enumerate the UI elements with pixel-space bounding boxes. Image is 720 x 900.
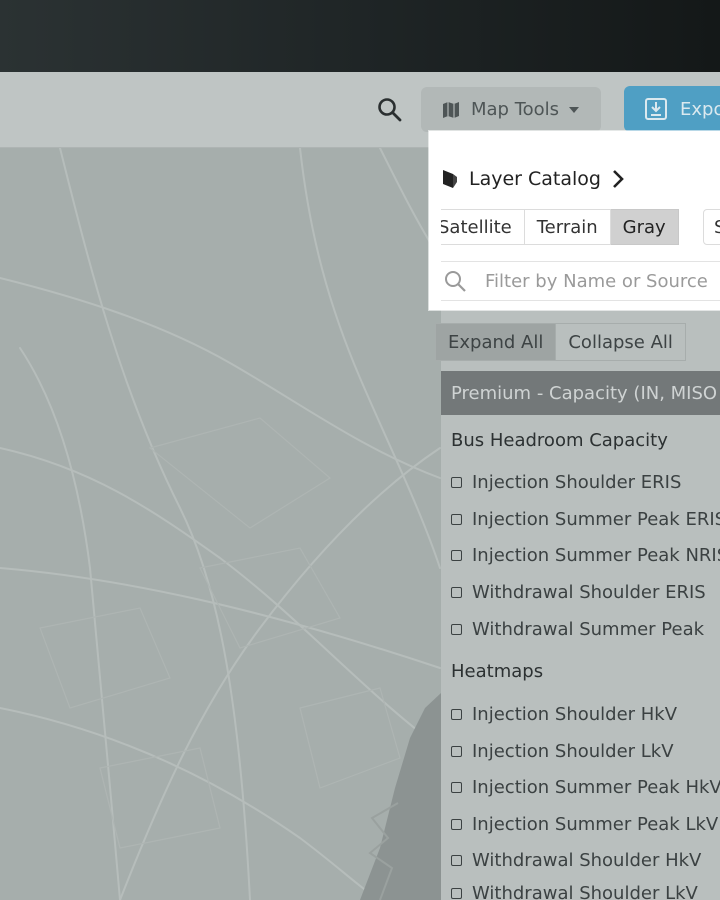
layer-item-label: Injection Shoulder LkV [472,740,674,762]
basemap-terrain-button[interactable]: Terrain [524,209,611,245]
catalog-header-highlight: Layer Catalog Satellite Terrain Gray S [429,131,720,310]
layer-item[interactable]: Injection Shoulder ERIS [451,469,681,495]
layer-checkbox[interactable] [451,781,462,793]
layer-checkbox[interactable] [451,513,462,525]
layer-checkbox[interactable] [451,623,462,635]
export-button[interactable]: Expo [624,86,720,132]
map-icon [443,101,459,118]
layer-item[interactable]: Withdrawal Shoulder ERIS [451,579,706,605]
search-icon [378,98,402,122]
layer-checkbox[interactable] [451,708,462,720]
layer-item[interactable]: Withdrawal Shoulder HkV [451,847,701,873]
layer-item-label: Withdrawal Shoulder LkV [472,882,698,900]
window-top-band [0,0,720,72]
layer-catalog-header[interactable]: Layer Catalog [441,163,625,195]
expand-collapse-group: Expand All Collapse All [435,323,686,361]
layer-item[interactable]: Injection Summer Peak LkV [451,811,718,837]
layer-item-label: Injection Shoulder HkV [472,703,678,725]
search-icon [445,271,466,292]
caret-down-icon [569,106,580,113]
layer-group-title: Heatmaps [451,661,544,682]
layer-item[interactable]: Injection Summer Peak ERIS [451,506,720,532]
layers-icon [443,170,457,188]
layer-checkbox[interactable] [451,745,462,757]
search-button[interactable] [372,92,408,128]
layer-checkbox[interactable] [451,887,462,899]
export-label: Expo [680,98,720,120]
layer-item-label: Injection Summer Peak ERIS [472,508,720,530]
map-tools-label: Map Tools [471,99,560,120]
collapse-all-button[interactable]: Collapse All [556,323,686,361]
layer-item-label: Withdrawal Shoulder HkV [472,849,702,871]
layer-item-label: Injection Summer Peak LkV [472,813,719,835]
layer-checkbox[interactable] [451,818,462,830]
layer-item[interactable]: Injection Summer Peak NRIS [451,542,720,568]
layer-item-label: Withdrawal Summer Peak [472,618,705,640]
layer-section-header[interactable]: Premium - Capacity (IN, MISO [441,371,720,415]
layer-item[interactable]: Withdrawal Summer Peak [451,616,704,642]
basemap-satellite-button[interactable]: Satellite [441,209,525,245]
layer-item-label: Injection Summer Peak HkV [472,776,720,798]
layer-item[interactable]: Injection Shoulder HkV [451,701,677,727]
layer-item[interactable]: Injection Shoulder LkV [451,738,674,764]
layer-checkbox[interactable] [451,549,462,561]
layer-item-label: Withdrawal Shoulder ERIS [472,581,706,603]
layer-catalog-title: Layer Catalog [469,168,601,190]
layer-filter [441,261,720,301]
layer-checkbox[interactable] [451,586,462,598]
layer-checkbox[interactable] [451,854,462,866]
layer-filter-input[interactable] [483,269,720,293]
basemap-selector: Satellite Terrain Gray [441,209,679,247]
download-icon [645,98,667,120]
layer-item[interactable]: Withdrawal Shoulder LkV [451,880,698,900]
layer-item[interactable]: Injection Summer Peak HkV [451,774,720,800]
expand-all-button[interactable]: Expand All [435,323,557,361]
chevron-right-icon [613,170,624,188]
app-screen: Map Tools Expo Layer Catalog Satellite T… [0,0,720,900]
basemap-extra-button[interactable]: S [703,209,720,245]
basemap-gray-button[interactable]: Gray [610,209,679,245]
layer-item-label: Injection Shoulder ERIS [472,471,682,493]
layer-checkbox[interactable] [451,476,462,488]
layer-group-title: Bus Headroom Capacity [451,430,668,451]
map-tools-button[interactable]: Map Tools [421,87,601,132]
layer-item-label: Injection Summer Peak NRIS [472,544,720,566]
